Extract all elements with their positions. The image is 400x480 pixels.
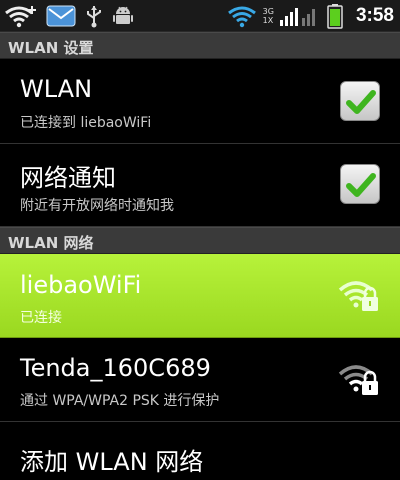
- status-bar: 3G 1X 3:58: [0, 0, 400, 32]
- usb-icon: [87, 6, 101, 28]
- wlan-checkbox[interactable]: [340, 81, 380, 121]
- setting-title: 网络通知: [20, 164, 116, 192]
- network-status: 通过 WPA/WPA2 PSK 进行保护: [20, 393, 220, 409]
- setting-subtitle: 已连接到 liebaoWiFi: [20, 115, 152, 131]
- wifi-plus-icon: [5, 6, 36, 28]
- signal-icon: [279, 8, 315, 26]
- section-title: WLAN 网络: [8, 234, 94, 252]
- check-icon: [346, 90, 376, 114]
- network-type-label: 3G 1X: [263, 7, 274, 25]
- network-status: 已连接: [20, 310, 62, 326]
- network-ssid: liebaoWiFi: [20, 271, 142, 299]
- android-debug-icon: [113, 6, 133, 24]
- network-ssid: Tenda_160C689: [20, 354, 211, 382]
- setting-row-wlan[interactable]: WLAN 已连接到 liebaoWiFi: [0, 59, 400, 144]
- wifi-secured-icon: [338, 281, 378, 311]
- battery-icon: [327, 4, 343, 29]
- network-type-3g: 3G: [262, 7, 274, 16]
- wifi-secured-icon: [338, 365, 378, 395]
- network-row-tenda[interactable]: Tenda_160C689 通过 WPA/WPA2 PSK 进行保护: [0, 338, 400, 422]
- add-network-row[interactable]: 添加 WLAN 网络: [0, 422, 400, 480]
- section-title: WLAN 设置: [8, 39, 94, 57]
- setting-subtitle: 附近有开放网络时通知我: [20, 198, 174, 214]
- network-notification-checkbox[interactable]: [340, 164, 380, 204]
- section-header-wlan-settings: WLAN 设置: [0, 32, 400, 59]
- check-icon: [346, 173, 376, 197]
- network-type-1x: 1X: [262, 16, 274, 25]
- setting-row-network-notification[interactable]: 网络通知 附近有开放网络时通知我: [0, 144, 400, 227]
- section-header-wlan-networks: WLAN 网络: [0, 227, 400, 254]
- wifi-icon: [227, 6, 256, 28]
- network-row-liebaowifi[interactable]: liebaoWiFi 已连接: [0, 254, 400, 338]
- mail-icon: [46, 5, 76, 27]
- status-time: 3:58: [355, 5, 394, 26]
- setting-title: WLAN: [20, 75, 93, 103]
- add-network-label: 添加 WLAN 网络: [20, 448, 204, 476]
